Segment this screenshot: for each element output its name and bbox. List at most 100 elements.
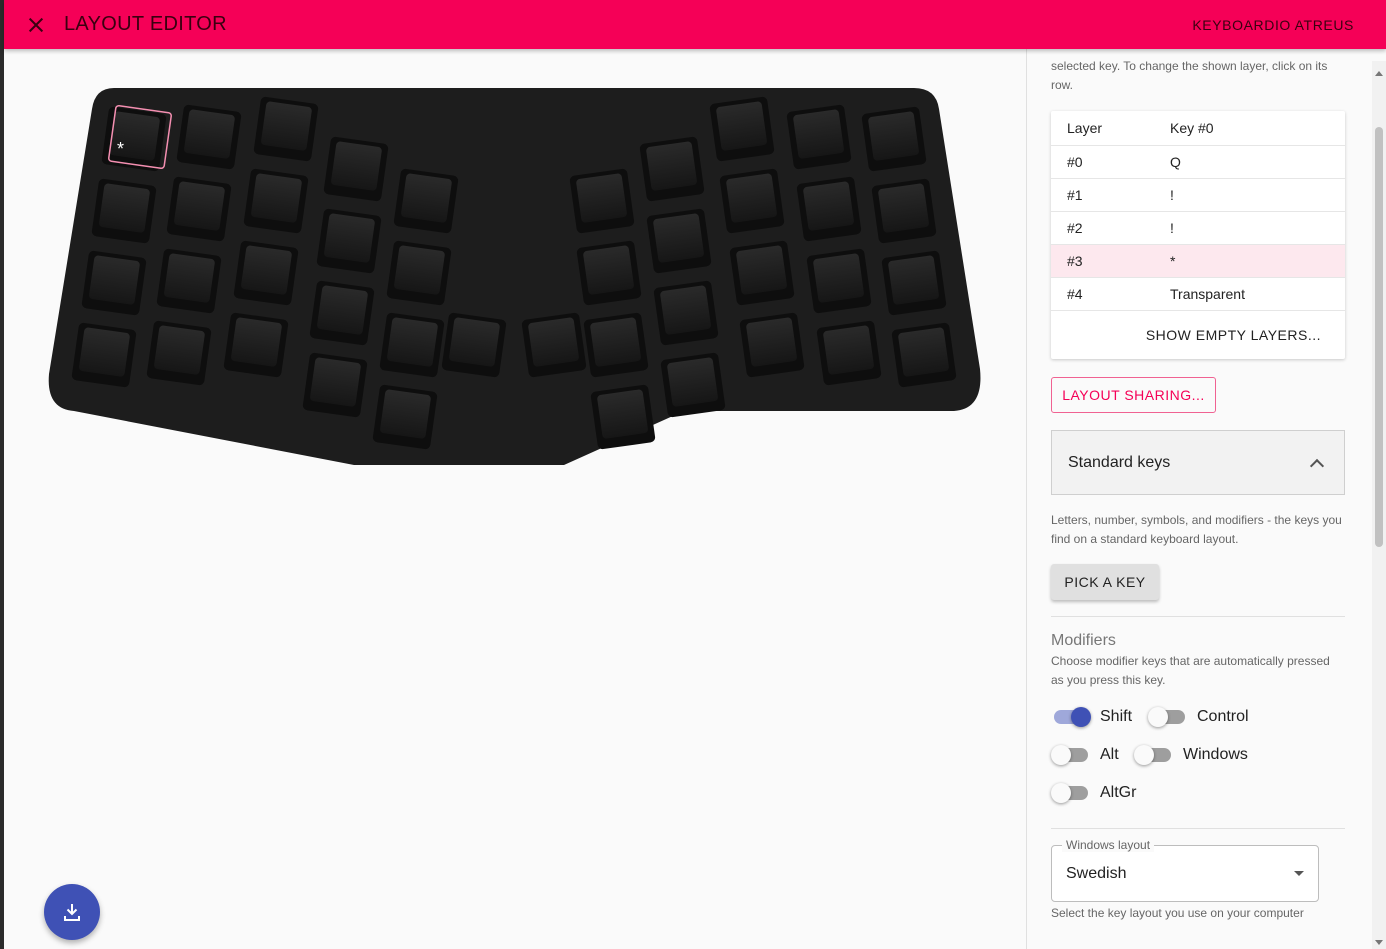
toggle-label: Shift — [1100, 708, 1133, 725]
table-row[interactable]: #1 ! — [1051, 179, 1345, 212]
standard-keys-description: Letters, number, symbols, and modifiers … — [1051, 513, 1342, 546]
close-icon[interactable] — [24, 13, 48, 37]
select-legend: Windows layout — [1062, 838, 1155, 852]
keycap[interactable] — [739, 312, 805, 378]
caret-down-icon — [1294, 871, 1304, 876]
keycap[interactable] — [233, 240, 299, 306]
keyboard-image: * — [48, 88, 981, 465]
alt-toggle[interactable]: Alt — [1051, 743, 1119, 767]
key-cell: Transparent — [1170, 286, 1245, 302]
keycap[interactable] — [806, 248, 872, 314]
toggle-label: AltGr — [1100, 784, 1137, 801]
keycap[interactable] — [81, 250, 147, 316]
key-cell: Q — [1170, 154, 1181, 170]
keycap[interactable] — [253, 96, 319, 162]
keycap[interactable] — [393, 168, 459, 234]
keycap[interactable] — [709, 96, 775, 162]
keycap[interactable] — [646, 208, 712, 274]
keycap[interactable] — [386, 240, 452, 306]
keycap[interactable] — [569, 168, 635, 234]
layer-table-header: Layer Key #0 — [1051, 111, 1345, 146]
keycap[interactable] — [176, 104, 242, 170]
device-name: KEYBOARDIO ATREUS — [1192, 16, 1354, 33]
scrollbar-thumb[interactable] — [1375, 127, 1383, 547]
keycap[interactable] — [786, 104, 852, 170]
divider — [1051, 828, 1345, 829]
key-cell: ! — [1170, 220, 1174, 236]
keycap[interactable] — [891, 322, 957, 388]
keycap[interactable] — [871, 178, 937, 244]
layout-sharing-button[interactable]: LAYOUT SHARING... — [1051, 377, 1216, 413]
key-config-sidebar: selected key. To change the shown layer,… — [1026, 49, 1386, 949]
keycap[interactable] — [719, 168, 785, 234]
standard-keys-panel[interactable]: Standard keys — [1051, 430, 1345, 495]
keycap[interactable] — [653, 280, 719, 346]
key-cell: * — [1170, 253, 1176, 269]
table-row-selected[interactable]: #3 * — [1051, 245, 1345, 278]
keycap[interactable] — [861, 106, 927, 172]
divider — [1051, 616, 1345, 617]
keycap[interactable] — [166, 176, 232, 242]
app-bar: LAYOUT EDITOR KEYBOARDIO ATREUS — [4, 0, 1386, 49]
selected-key-label: * — [117, 139, 124, 159]
keycap[interactable] — [156, 248, 222, 314]
layer-cell: #3 — [1067, 253, 1083, 269]
keycap[interactable] — [816, 320, 882, 386]
pick-a-key-button[interactable]: PICK A KEY — [1051, 564, 1159, 600]
toggle-thumb — [1071, 707, 1091, 727]
scroll-down-icon[interactable] — [1375, 940, 1383, 945]
show-empty-layers-button[interactable]: SHOW EMPTY LAYERS... — [1051, 311, 1345, 359]
keycap[interactable] — [243, 168, 309, 234]
keycap[interactable] — [223, 312, 289, 378]
chevron-up-icon — [1309, 458, 1325, 473]
modifiers-description: Choose modifier keys that are automatica… — [1051, 654, 1330, 687]
table-row[interactable]: #0 Q — [1051, 146, 1345, 179]
download-icon — [64, 904, 80, 921]
keyboard-canvas: * — [4, 49, 1026, 949]
keycap[interactable] — [583, 312, 649, 378]
toggle-thumb — [1051, 745, 1071, 765]
table-row[interactable]: #4 Transparent — [1051, 278, 1345, 311]
control-toggle[interactable]: Control — [1148, 705, 1249, 729]
keycap[interactable] — [881, 250, 947, 316]
toggle-track — [1051, 745, 1088, 765]
scroll-up-icon[interactable] — [1375, 71, 1383, 76]
keycap[interactable] — [639, 136, 705, 202]
altgr-toggle[interactable]: AltGr — [1051, 781, 1137, 805]
table-row[interactable]: #2 ! — [1051, 212, 1345, 245]
keycap[interactable] — [796, 176, 862, 242]
toggle-track — [1054, 707, 1091, 727]
windows-layout-select[interactable]: Windows layout Swedish — [1051, 838, 1319, 902]
keycap[interactable] — [316, 208, 382, 274]
sidebar-intro: selected key. To change the shown layer,… — [1051, 59, 1328, 92]
keycap[interactable] — [146, 320, 212, 386]
key-column-header: Key #0 — [1170, 120, 1214, 136]
keycap[interactable] — [576, 240, 642, 306]
toggle-thumb — [1051, 783, 1071, 803]
sidebar-scrollbar[interactable] — [1372, 61, 1386, 949]
layer-cell: #2 — [1067, 220, 1083, 236]
standard-keys-title: Standard keys — [1068, 453, 1171, 471]
modifiers-title: Modifiers — [1051, 632, 1116, 649]
keycap[interactable] — [521, 312, 587, 378]
keycap[interactable] — [379, 312, 445, 378]
keycap[interactable] — [660, 352, 726, 418]
shift-toggle[interactable]: Shift — [1054, 705, 1132, 729]
save-fab[interactable] — [44, 884, 100, 940]
keycap[interactable] — [91, 178, 157, 244]
layer-column-header: Layer — [1067, 120, 1103, 136]
keycap[interactable] — [309, 280, 375, 346]
toggle-track — [1051, 783, 1088, 803]
keycap[interactable] — [590, 384, 656, 450]
keycap[interactable] — [729, 240, 795, 306]
key-cell: ! — [1170, 187, 1174, 203]
keycap[interactable] — [302, 352, 368, 418]
toggle-label: Windows — [1183, 746, 1248, 763]
layer-cell: #1 — [1067, 187, 1083, 203]
keycap[interactable] — [372, 384, 438, 450]
select-helper-text: Select the key layout you use on your co… — [1051, 906, 1304, 920]
windows-toggle[interactable]: Windows — [1134, 743, 1248, 767]
keycap[interactable] — [441, 312, 507, 378]
keycap[interactable] — [323, 136, 389, 202]
keycap[interactable] — [71, 322, 137, 388]
